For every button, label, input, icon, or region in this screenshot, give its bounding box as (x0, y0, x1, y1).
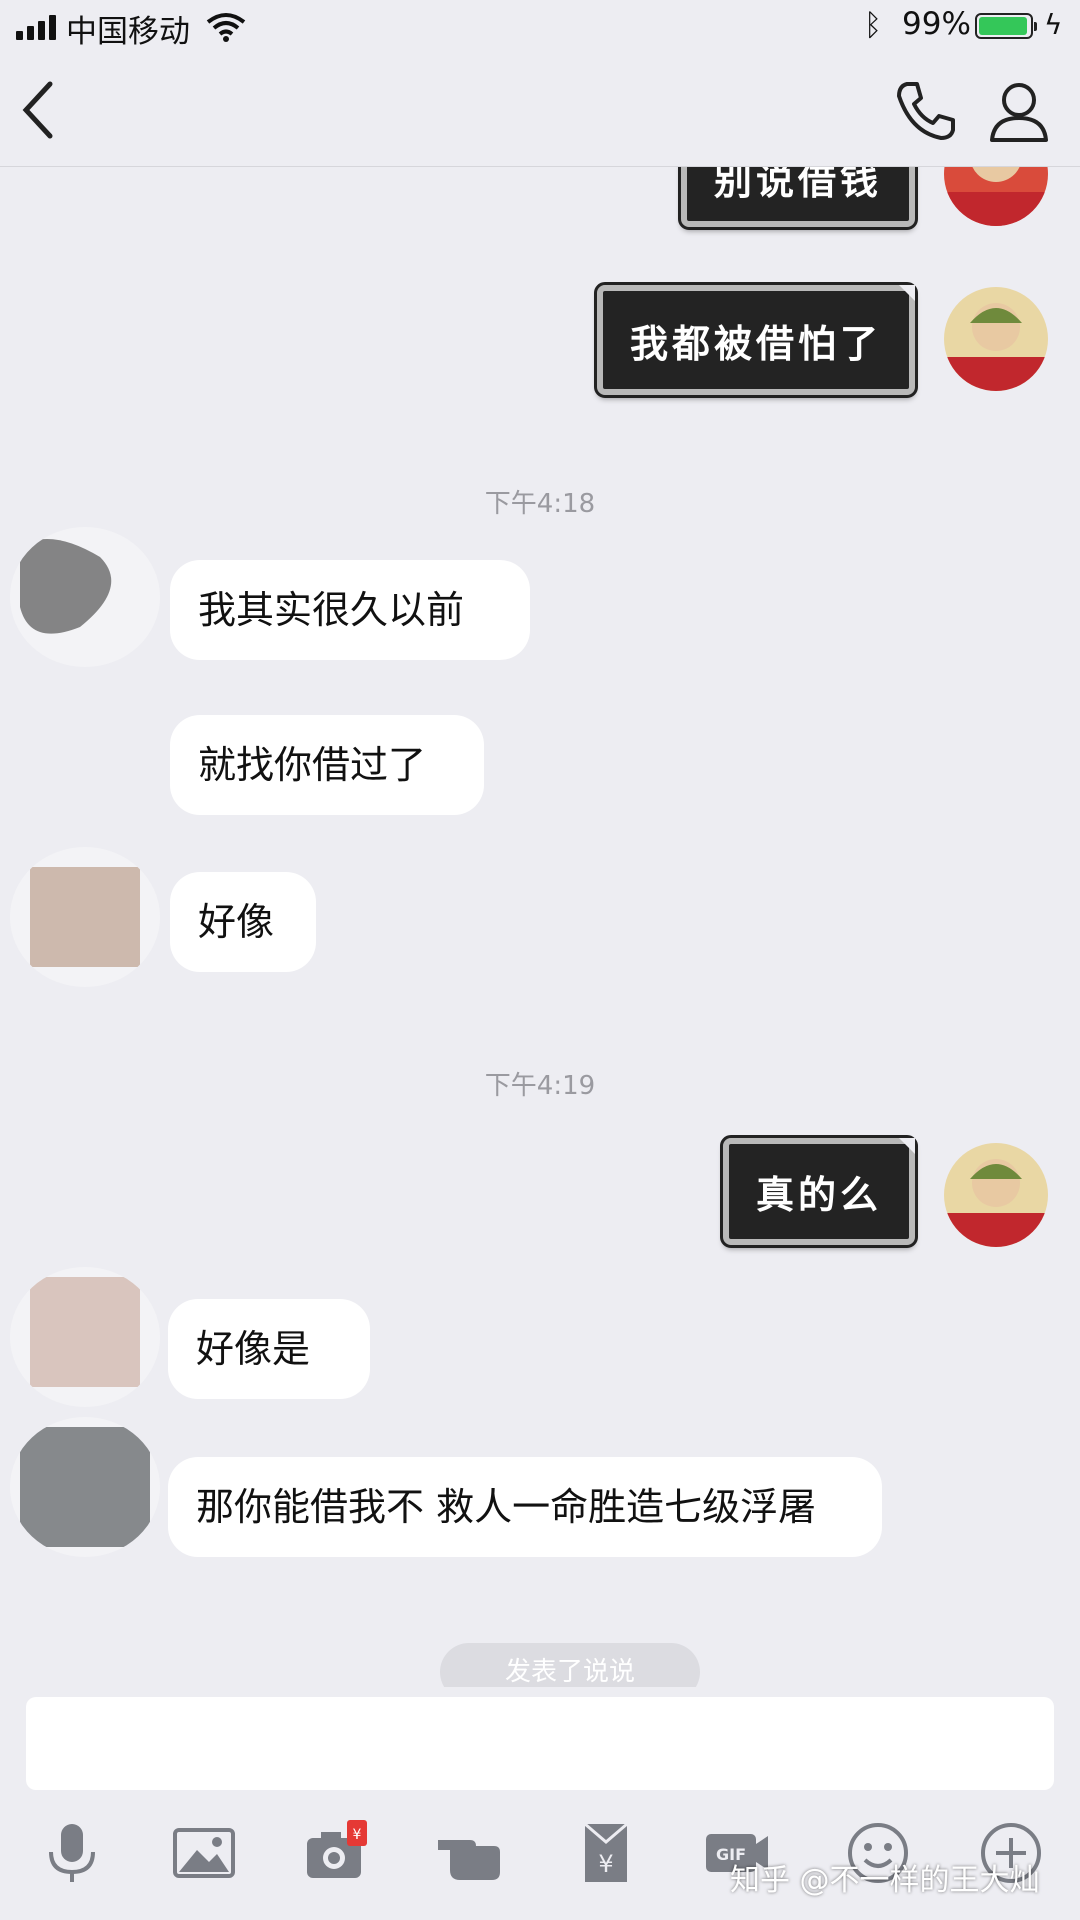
system-notice[interactable]: 发表了说说 (440, 1643, 700, 1687)
phone-call-icon[interactable] (893, 78, 959, 144)
chat-header (0, 56, 1080, 167)
status-bar: 中国移动 ᛒ 99% ϟ (0, 0, 1080, 56)
bluetooth-icon: ᛒ (864, 8, 882, 43)
message-list[interactable]: 别说借钱 我都被借怕了 下午4:18 我其实很久以前 就找你借过了 好像 下午4… (0, 167, 1080, 1687)
camera-icon[interactable]: ¥ (303, 1820, 369, 1886)
sticker-message[interactable]: 我都被借怕了 (594, 282, 918, 398)
svg-text:¥: ¥ (353, 1827, 362, 1843)
contact-avatar[interactable] (10, 847, 160, 987)
received-message[interactable]: 好像 (170, 872, 316, 972)
message-input[interactable] (26, 1697, 1054, 1790)
back-chevron-icon[interactable] (14, 78, 64, 142)
signal-icon (16, 14, 56, 40)
sticker-message[interactable]: 别说借钱 (678, 167, 918, 230)
contact-avatar[interactable] (10, 1417, 160, 1557)
mic-icon[interactable] (39, 1820, 105, 1886)
my-avatar[interactable] (944, 167, 1048, 226)
sticker-message[interactable]: 真的么 (720, 1135, 918, 1248)
battery-icon (975, 13, 1037, 39)
carrier-name: 中国移动 (66, 14, 190, 50)
profile-icon[interactable] (986, 78, 1052, 144)
received-message[interactable]: 我其实很久以前 (170, 560, 530, 660)
image-icon[interactable] (171, 1820, 237, 1886)
contact-avatar[interactable] (10, 527, 160, 667)
wifi-icon (206, 13, 246, 42)
received-message[interactable]: 好像是 (168, 1299, 370, 1399)
hand-icon[interactable] (436, 1820, 502, 1886)
timestamp: 下午4:18 (484, 489, 596, 519)
svg-text:¥: ¥ (598, 1850, 613, 1878)
my-avatar[interactable] (944, 287, 1048, 391)
timestamp: 下午4:19 (484, 1071, 596, 1101)
contact-avatar[interactable] (10, 1267, 160, 1407)
received-message[interactable]: 就找你借过了 (170, 715, 484, 815)
my-avatar[interactable] (944, 1143, 1048, 1247)
battery-percent: 99% (902, 6, 971, 42)
red-packet-icon[interactable]: ¥ (573, 1820, 639, 1886)
charging-icon: ϟ (1044, 8, 1063, 41)
watermark: 知乎 @不一样的王大灿 (730, 1863, 1040, 1898)
received-message[interactable]: 那你能借我不 救人一命胜造七级浮屠 (168, 1457, 882, 1557)
